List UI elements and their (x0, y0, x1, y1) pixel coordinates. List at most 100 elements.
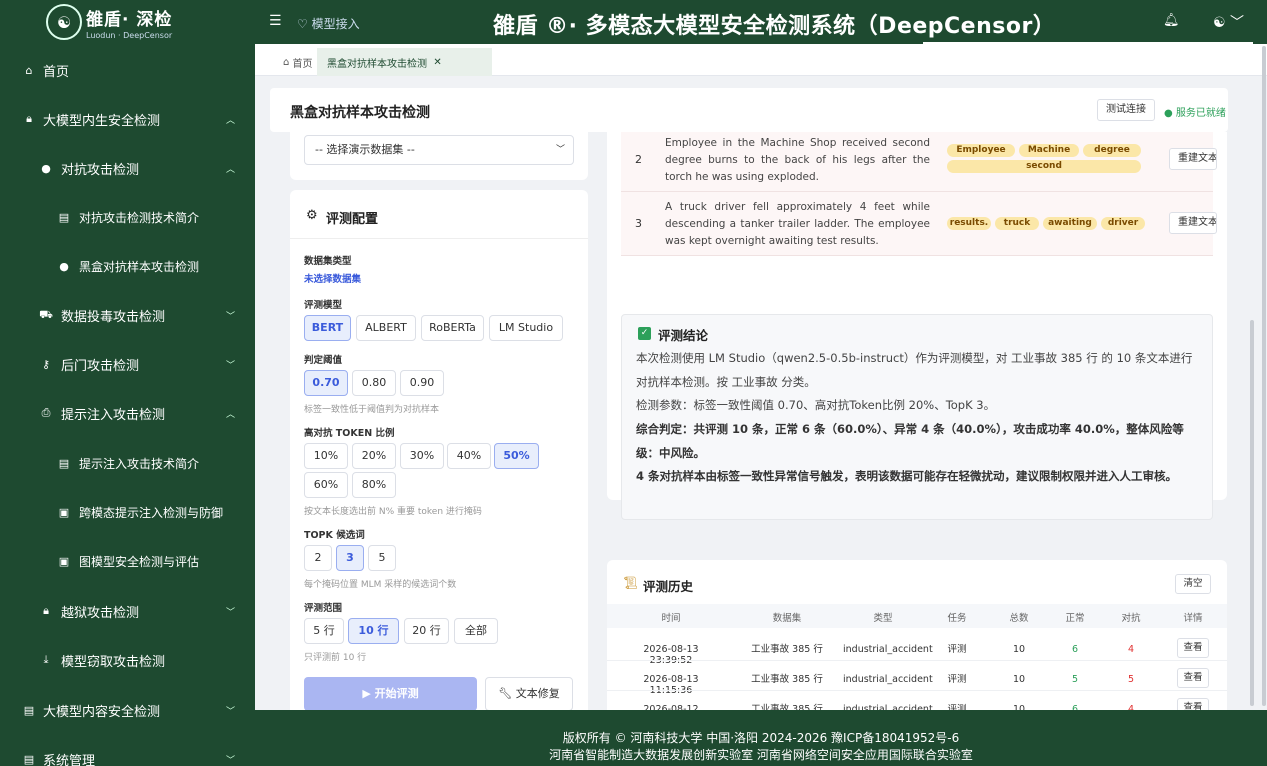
token-option[interactable]: 60% (304, 472, 348, 498)
doc-icon: ▣ (58, 554, 70, 568)
sidebar-item-label: 图模型安全检测与评估 (79, 554, 200, 569)
token-option[interactable]: 40% (447, 443, 491, 469)
sidebar-item-label: 提示注入攻击检测 (61, 407, 166, 423)
start-evaluation-button[interactable]: ▶ 开始评测 (304, 677, 477, 710)
token-option[interactable]: 50% (494, 443, 539, 469)
sidebar: ☯ 雒盾· 深检 Luodun · DeepCensor ⌂ 首页 🔒︎ 大模型… (0, 0, 255, 766)
view-detail-button[interactable]: 查看 (1177, 638, 1209, 658)
dataset-select[interactable]: -- 选择演示数据集 -- ﹀ (304, 135, 574, 165)
history-type: industrial_accident (843, 704, 933, 710)
range-option[interactable]: 10 行 (348, 618, 399, 644)
divider (290, 238, 588, 239)
range-option[interactable]: 全部 (454, 618, 498, 644)
breadcrumb[interactable]: ♡ 模型接入 (297, 15, 360, 32)
sidebar-item-poisoning[interactable]: ⛟ 数据投毒攻击检测 ﹀ (0, 297, 255, 333)
sidebar-item-adversarial[interactable]: ● 对抗攻击检测 ︿ (0, 150, 255, 186)
text-repair-button[interactable]: 🔧︎ 文本修复 (485, 677, 573, 710)
token-hint: 按文本长度选出前 N% 重要 token 进行掩码 (304, 507, 482, 517)
document-icon: ▤ (58, 456, 70, 470)
sidebar-item-model-stealing[interactable]: ⤓ 模型窃取攻击检测 (0, 642, 255, 678)
tag: driver (1101, 217, 1145, 230)
topk-label: TOPK 候选词 (304, 530, 365, 541)
sidebar-item-jailbreak[interactable]: 🔒︎ 越狱攻击检测 ﹀ (0, 593, 255, 629)
column-header: 总数 (1009, 613, 1029, 624)
sidebar-item-prompt-intro[interactable]: ▤ 提示注入攻击技术简介 (0, 445, 255, 481)
page-scrollbar[interactable] (1262, 46, 1266, 706)
chevron-down-icon: ﹀ (226, 311, 236, 322)
sidebar-item-content-security[interactable]: ▤ 大模型内容安全检测 ﹀ (0, 692, 255, 728)
view-detail-button[interactable]: 查看 (1177, 668, 1209, 688)
sidebar-item-backdoor[interactable]: ⚷ 后门攻击检测 ﹀ (0, 346, 255, 382)
sidebar-item-system[interactable]: ▤ 系统管理 ﹀ (0, 741, 255, 766)
sidebar-item-label: 对抗攻击检测 (61, 162, 140, 178)
topbar: ☰ ♡ 模型接入 雒盾 ®· 多模态大模型安全检测系统（DeepCensor） … (255, 0, 1267, 44)
gear-icon: ⚙ (306, 208, 318, 223)
sidebar-item-prompt-injection[interactable]: ⎙ 提示注入攻击检测 ︿ (0, 395, 255, 431)
tag: Employee (947, 144, 1015, 157)
range-option[interactable]: 5 行 (304, 618, 344, 644)
sidebar-item-home[interactable]: ⌂ 首页 (0, 52, 255, 88)
dataset-select-value: -- 选择演示数据集 -- (315, 143, 415, 156)
threshold-option[interactable]: 0.90 (400, 370, 444, 396)
close-icon[interactable]: ✕ (433, 57, 441, 68)
document-icon: ▤ (58, 210, 70, 224)
tab-home[interactable]: ⌂ 首页 (273, 48, 323, 76)
bell-icon[interactable]: 🔔︎ (1163, 13, 1180, 28)
sidebar-item-label: 数据投毒攻击检测 (61, 309, 166, 325)
sidebar-item-cross-modal[interactable]: ▣ 跨模态提示注入检测与防御 (0, 494, 255, 530)
token-option[interactable]: 30% (400, 443, 444, 469)
topk-option[interactable]: 2 (304, 545, 332, 571)
chevron-up-icon: ︿ (226, 164, 236, 175)
clear-history-button[interactable]: 清空 (1175, 574, 1211, 594)
topk-option[interactable]: 5 (368, 545, 396, 571)
tab-blackbox[interactable]: 黑盒对抗样本攻击检测 ✕ (317, 48, 492, 76)
model-option-bert[interactable]: BERT (304, 315, 351, 341)
column-header: 对抗 (1121, 613, 1141, 624)
chevron-down-icon: ﹀ (226, 706, 236, 717)
sidebar-item-adversarial-intro[interactable]: ▤ 对抗攻击检测技术简介 (0, 199, 255, 235)
rebuild-text-button[interactable]: 重建文本 (1169, 212, 1217, 234)
threshold-option[interactable]: 0.80 (352, 370, 396, 396)
sidebar-item-internal-security[interactable]: 🔒︎ 大模型内生安全检测 ︿ (0, 101, 255, 137)
history-total: 10 (1012, 644, 1026, 655)
check-icon: ✓ (638, 327, 651, 340)
row-divider (607, 660, 1227, 661)
config-card: ⚙ 评测配置 数据集类型 未选择数据集 评测模型 BERT ALBERT RoB… (290, 190, 588, 710)
history-task: 评测 (947, 674, 967, 685)
results-column: 2 Employee in the Machine Shop received … (607, 132, 1227, 710)
history-total: 10 (1012, 674, 1026, 685)
model-option-roberta[interactable]: RoBERTa (421, 315, 484, 341)
settings-icon: ▤ (23, 752, 35, 766)
history-dataset: 工业事故 385 行 (751, 674, 823, 685)
menu-toggle-icon[interactable]: ☰ (269, 13, 282, 29)
sidebar-item-blackbox[interactable]: ● 黑盒对抗样本攻击检测 (0, 248, 255, 284)
token-option[interactable]: 10% (304, 443, 348, 469)
history-dataset: 工业事故 385 行 (751, 704, 823, 710)
config-title: 评测配置 (326, 212, 379, 227)
topk-option[interactable]: 3 (336, 545, 364, 571)
threshold-option[interactable]: 0.70 (304, 370, 348, 396)
sidebar-item-graph-model[interactable]: ▣ 图模型安全检测与评估 (0, 543, 255, 579)
key-icon: ⚷ (41, 357, 51, 371)
chevron-down-icon: ﹀ (555, 145, 565, 155)
model-option-albert[interactable]: ALBERT (356, 315, 416, 341)
results-scrollbar[interactable] (1250, 320, 1254, 706)
token-option[interactable]: 20% (352, 443, 396, 469)
range-option[interactable]: 20 行 (404, 618, 449, 644)
threshold-hint: 标签一致性低于阈值判为对抗样本 (304, 405, 440, 415)
column-header: 正常 (1065, 613, 1085, 624)
test-connection-button[interactable]: 测试连接 (1097, 99, 1155, 121)
user-avatar-icon[interactable]: ☯ ﹀ (1213, 12, 1244, 32)
tab-label: 黑盒对抗样本攻击检测 (327, 58, 427, 70)
logo[interactable]: ☯ 雒盾· 深检 Luodun · DeepCensor (0, 0, 255, 44)
token-option[interactable]: 80% (352, 472, 396, 498)
conclusion-title: 评测结论 (658, 328, 709, 343)
conclusion-advice: 4 条对抗样本由标签一致性异常信号触发，表明该数据可能存在轻微扰动，建议限制权限… (636, 469, 1177, 483)
chevron-up-icon: ︿ (226, 409, 236, 420)
model-label: 评测模型 (304, 300, 343, 311)
text-repair-label: 文本修复 (515, 687, 560, 700)
rebuild-text-button[interactable]: 重建文本 (1169, 148, 1217, 170)
sample-row: 2 Employee in the Machine Shop received … (621, 132, 1217, 192)
model-option-lmstudio[interactable]: LM Studio (489, 315, 563, 341)
view-detail-button[interactable]: 查看 (1177, 698, 1209, 710)
